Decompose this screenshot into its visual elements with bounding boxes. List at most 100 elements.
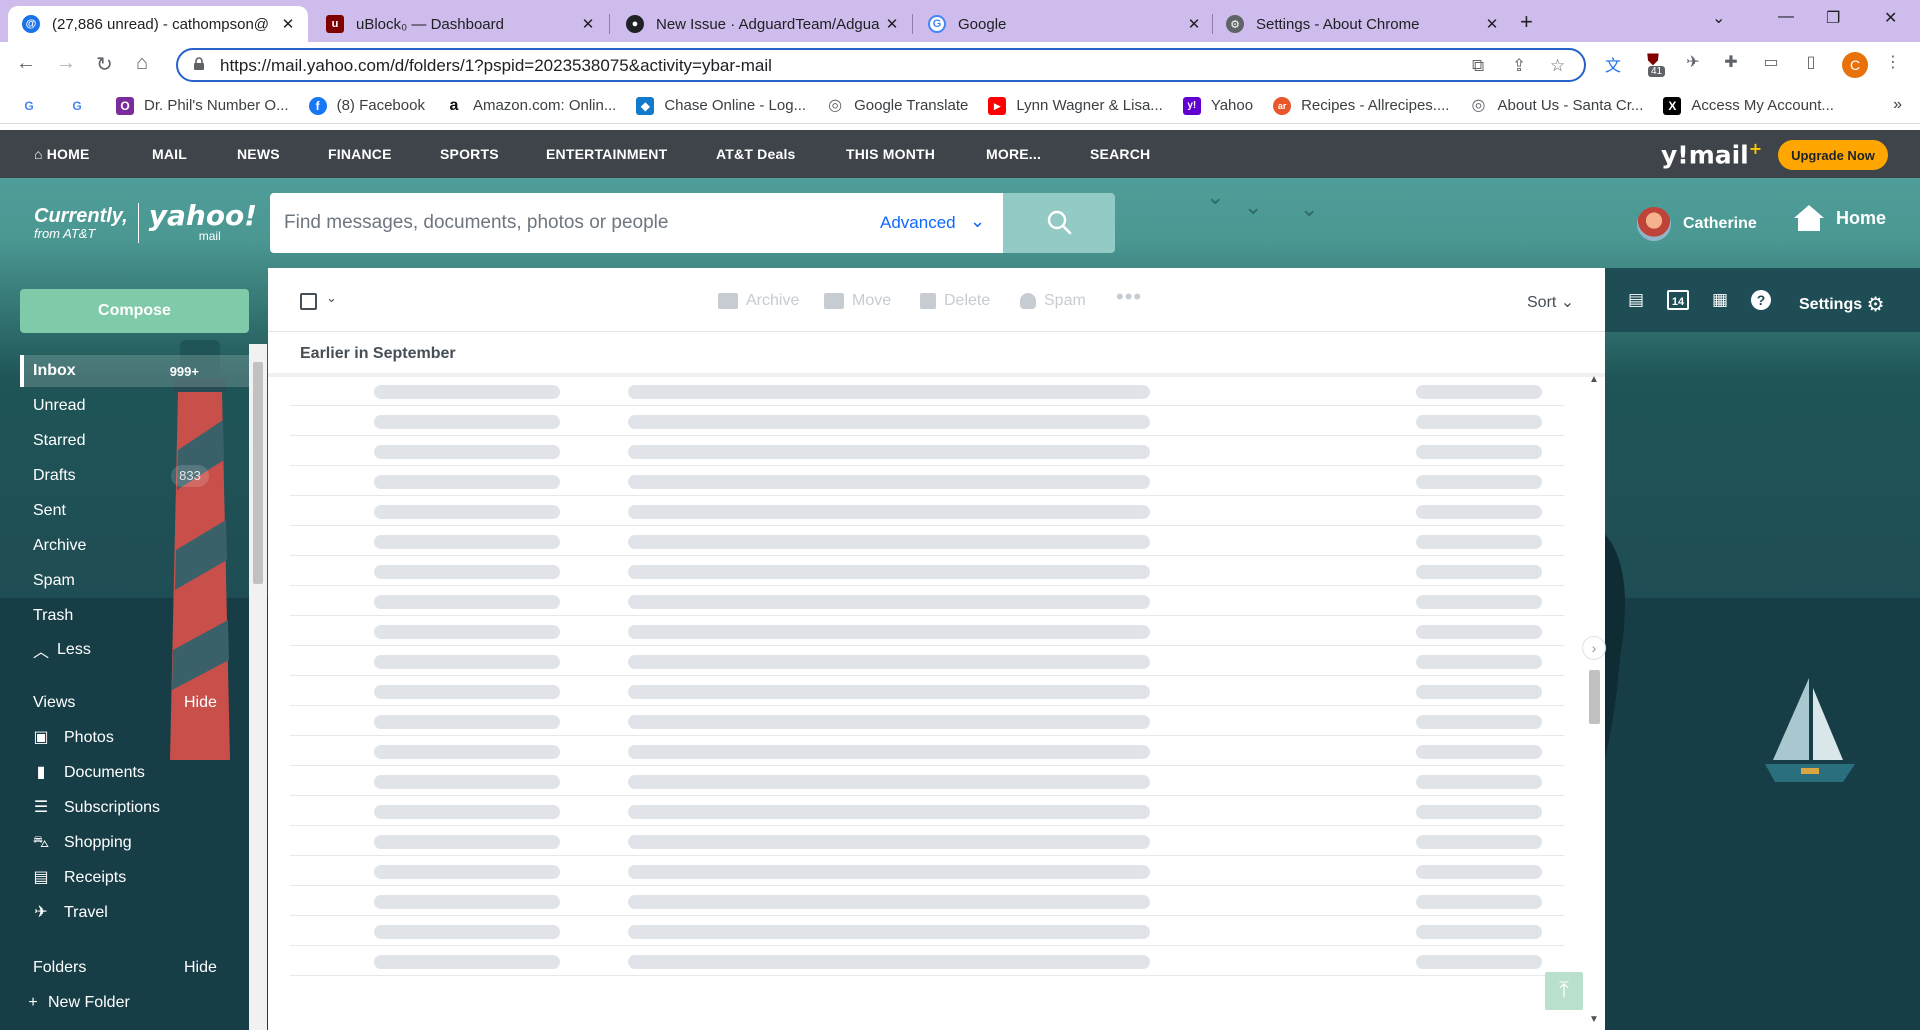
- more-actions-icon[interactable]: •••: [1116, 284, 1142, 310]
- settings-button[interactable]: Settings ⚙: [1799, 292, 1885, 317]
- list-item[interactable]: [290, 826, 1564, 856]
- bookmark-chase[interactable]: ◆ Chase Online - Log...: [636, 96, 806, 115]
- list-item[interactable]: [290, 796, 1564, 826]
- nav-entertainment[interactable]: ENTERTAINMENT: [546, 146, 667, 162]
- scroll-to-top-button[interactable]: ⤒: [1545, 972, 1583, 1010]
- bookmark-google-2[interactable]: G: [68, 97, 96, 115]
- nav-search[interactable]: SEARCH: [1090, 146, 1150, 162]
- address-bar[interactable]: https://mail.yahoo.com/d/folders/1?pspid…: [176, 48, 1586, 82]
- bookmark-youtube[interactable]: ▶ Lynn Wagner & Lisa...: [988, 96, 1163, 115]
- list-item[interactable]: [290, 946, 1564, 976]
- bookmark-access-account[interactable]: X Access My Account...: [1663, 96, 1834, 115]
- folders-hide-link[interactable]: Hide: [184, 959, 217, 977]
- list-item[interactable]: [290, 766, 1564, 796]
- scroll-up-arrow-icon[interactable]: ▲: [1589, 374, 1599, 385]
- minimize-icon[interactable]: —: [1778, 8, 1794, 26]
- view-receipts[interactable]: ▤ Receipts: [30, 869, 126, 887]
- new-folder-button[interactable]: + New Folder: [26, 994, 129, 1012]
- select-all-checkbox[interactable]: [300, 293, 317, 310]
- tab-close-icon[interactable]: ✕: [278, 15, 298, 33]
- list-item[interactable]: [290, 646, 1564, 676]
- tab-close-icon[interactable]: ✕: [1482, 15, 1502, 33]
- list-item[interactable]: [290, 586, 1564, 616]
- delete-button[interactable]: Delete: [920, 292, 990, 310]
- folder-trash[interactable]: Trash: [20, 600, 249, 632]
- list-item[interactable]: [290, 436, 1564, 466]
- tab-settings[interactable]: ⚙ Settings - About Chrome ✕: [1212, 6, 1512, 42]
- tab-github[interactable]: ● New Issue · AdguardTeam/Adgua ✕: [612, 6, 912, 42]
- list-item[interactable]: [290, 736, 1564, 766]
- lock-icon[interactable]: [192, 57, 206, 71]
- views-hide-link[interactable]: Hide: [184, 694, 217, 712]
- back-arrow-icon[interactable]: ←: [16, 52, 36, 75]
- view-shopping[interactable]: ⛍ Shopping: [30, 834, 132, 852]
- scroll-down-arrow-icon[interactable]: ▼: [1589, 1014, 1599, 1025]
- help-icon[interactable]: ?: [1751, 290, 1771, 310]
- tab-yahoo-mail[interactable]: @ (27,886 unread) - cathompson@ ✕: [8, 6, 308, 42]
- notepad-icon[interactable]: ▦: [1709, 290, 1731, 310]
- bookmark-allrecipes[interactable]: ar Recipes - Allrecipes....: [1273, 96, 1449, 115]
- archive-button[interactable]: Archive: [718, 292, 799, 310]
- sidebar-scrollbar-thumb[interactable]: [253, 362, 263, 584]
- message-list-scrollbar[interactable]: ▲ ▼: [1584, 374, 1604, 1030]
- view-subscriptions[interactable]: ☰ Subscriptions: [30, 799, 160, 817]
- spam-button[interactable]: Spam: [1020, 292, 1086, 310]
- tab-close-icon[interactable]: ✕: [578, 15, 598, 33]
- folder-archive[interactable]: Archive: [20, 530, 249, 562]
- bookmark-santa-cruz[interactable]: ◎ About Us - Santa Cr...: [1469, 97, 1643, 115]
- side-panel-icon[interactable]: ▯: [1800, 52, 1822, 74]
- sort-button[interactable]: Sort ⌄: [1527, 292, 1574, 312]
- bookmarks-overflow-icon[interactable]: »: [1893, 96, 1902, 114]
- bookmark-yahoo[interactable]: y! Yahoo: [1182, 96, 1253, 115]
- restore-icon[interactable]: ❐: [1826, 8, 1840, 28]
- list-item[interactable]: [290, 466, 1564, 496]
- folder-drafts[interactable]: Drafts 833: [20, 460, 249, 492]
- bookmark-google-translate[interactable]: ◎ Google Translate: [826, 97, 968, 115]
- folder-starred[interactable]: Starred: [20, 425, 249, 457]
- chevron-down-icon[interactable]: ⌄: [970, 211, 985, 232]
- nav-mail[interactable]: MAIL: [152, 146, 187, 162]
- currently-yahoo-mail-logo[interactable]: Currently, from AT&T yahoo! mail: [34, 202, 257, 243]
- google-translate-extension-icon[interactable]: 文: [1602, 52, 1624, 75]
- new-tab-plus-icon[interactable]: +: [1520, 9, 1533, 35]
- list-item[interactable]: [290, 556, 1564, 586]
- message-list-scrollbar-thumb[interactable]: [1589, 670, 1600, 724]
- translate-icon[interactable]: ⧉: [1472, 56, 1484, 76]
- window-close-icon[interactable]: ✕: [1884, 8, 1897, 28]
- list-item[interactable]: [290, 886, 1564, 916]
- bookmark-amazon[interactable]: a Amazon.com: Onlin...: [445, 97, 617, 115]
- compose-button[interactable]: Compose: [20, 289, 249, 333]
- nav-finance[interactable]: FINANCE: [328, 146, 392, 162]
- collapse-right-rail-icon[interactable]: ›: [1582, 636, 1606, 660]
- tab-ublock[interactable]: u uBlock₀ — Dashboard ✕: [312, 6, 608, 42]
- bookmark-dr-phil[interactable]: O Dr. Phil's Number O...: [116, 96, 289, 115]
- home-link[interactable]: Home: [1792, 203, 1886, 233]
- nav-this-month[interactable]: THIS MONTH: [846, 146, 935, 162]
- profile-avatar[interactable]: C: [1842, 52, 1868, 78]
- list-item[interactable]: [290, 526, 1564, 556]
- list-item[interactable]: [290, 676, 1564, 706]
- folder-inbox[interactable]: Inbox 999+: [20, 355, 249, 387]
- less-toggle[interactable]: ︿ Less: [20, 634, 249, 666]
- home-icon[interactable]: ⌂: [136, 52, 148, 75]
- list-item[interactable]: [290, 376, 1564, 406]
- tab-close-icon[interactable]: ✕: [882, 15, 902, 33]
- tab-close-icon[interactable]: ✕: [1184, 15, 1204, 33]
- bookmark-facebook[interactable]: f (8) Facebook: [308, 96, 425, 115]
- view-travel[interactable]: ✈ Travel: [30, 904, 108, 922]
- list-item[interactable]: [290, 706, 1564, 736]
- list-item[interactable]: [290, 616, 1564, 646]
- user-account-menu[interactable]: Catherine: [1637, 207, 1757, 241]
- list-item[interactable]: [290, 916, 1564, 946]
- share-icon[interactable]: ⇪: [1512, 56, 1526, 76]
- nav-sports[interactable]: SPORTS: [440, 146, 499, 162]
- sidebar-scrollbar[interactable]: [249, 344, 267, 1030]
- url-text[interactable]: https://mail.yahoo.com/d/folders/1?pspid…: [220, 56, 772, 76]
- view-documents[interactable]: ▮ Documents: [30, 764, 145, 782]
- list-item[interactable]: [290, 406, 1564, 436]
- puzzle-extensions-icon[interactable]: ✚: [1720, 52, 1742, 74]
- folder-unread[interactable]: Unread: [20, 390, 249, 422]
- nav-att-deals[interactable]: AT&T Deals: [716, 146, 796, 162]
- yahoo-mail-plus-logo[interactable]: y!mail+: [1661, 139, 1762, 169]
- advanced-search-link[interactable]: Advanced: [880, 213, 956, 233]
